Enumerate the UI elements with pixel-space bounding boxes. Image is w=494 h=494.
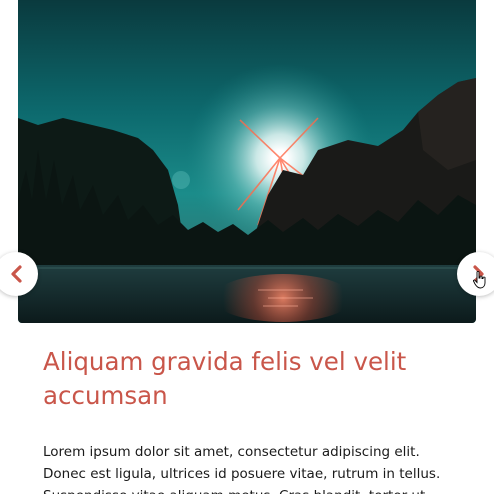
article-title: Aliquam gravida felis vel velit accumsan (43, 347, 407, 410)
hand-pointer-cursor-icon (473, 271, 486, 289)
slide-image (18, 0, 476, 323)
chevron-left-icon (11, 265, 22, 283)
article-body: Lorem ipsum dolor sit amet, consectetur … (43, 444, 441, 494)
page: Aliquam gravida felis vel velit accumsan… (0, 0, 494, 494)
image-slider (18, 0, 476, 323)
